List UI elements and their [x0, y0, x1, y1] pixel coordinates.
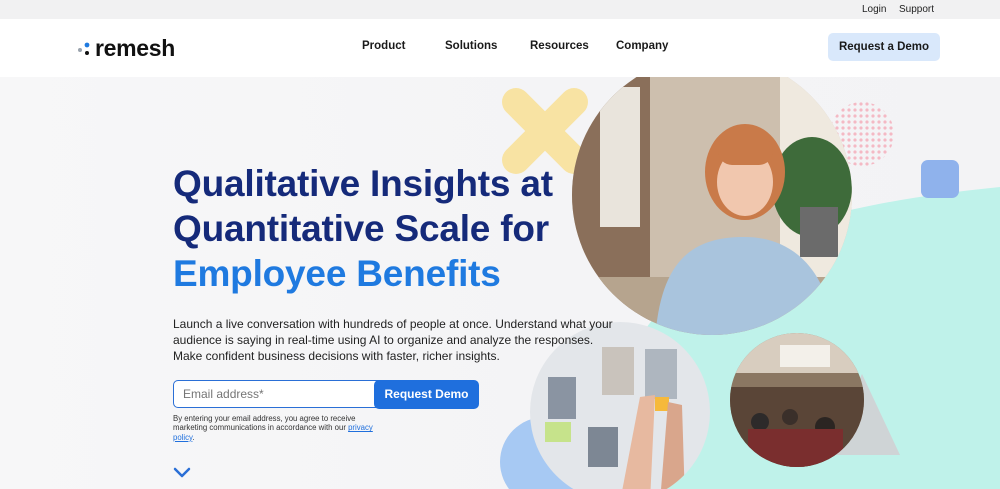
hero-headline: Qualitative Insights at Quantitative Sca… — [173, 161, 553, 296]
blue-square-shape — [921, 160, 959, 198]
nav-solutions[interactable]: Solutions — [445, 40, 497, 52]
disclaimer-text: By entering your email address, you agre… — [173, 414, 356, 433]
request-demo-button[interactable]: Request Demo — [374, 380, 479, 409]
hero-description: Launch a live conversation with hundreds… — [173, 317, 613, 363]
site-header: remesh Product Solutions Resources Compa… — [0, 19, 1000, 77]
remesh-dots-icon — [78, 42, 90, 55]
email-field[interactable] — [173, 380, 386, 408]
logo-text: remesh — [95, 35, 176, 61]
nav-company[interactable]: Company — [616, 40, 668, 52]
nav-product[interactable]: Product — [362, 40, 405, 52]
hero-section: Qualitative Insights at Quantitative Sca… — [0, 77, 1000, 489]
nav-resources[interactable]: Resources — [530, 40, 589, 52]
support-link[interactable]: Support — [899, 4, 934, 15]
logo[interactable]: remesh — [77, 33, 202, 63]
headline-line-1: Qualitative Insights at — [173, 163, 553, 204]
headline-line-3: Employee Benefits — [173, 253, 501, 294]
chevron-down-icon[interactable] — [173, 467, 191, 479]
request-a-demo-button[interactable]: Request a Demo — [828, 33, 940, 61]
login-link[interactable]: Login — [862, 4, 886, 15]
utility-bar: Login Support — [0, 0, 1000, 19]
disclaimer-end: . — [192, 432, 195, 442]
email-disclaimer: By entering your email address, you agre… — [173, 414, 373, 442]
headline-line-2: Quantitative Scale for — [173, 208, 549, 249]
